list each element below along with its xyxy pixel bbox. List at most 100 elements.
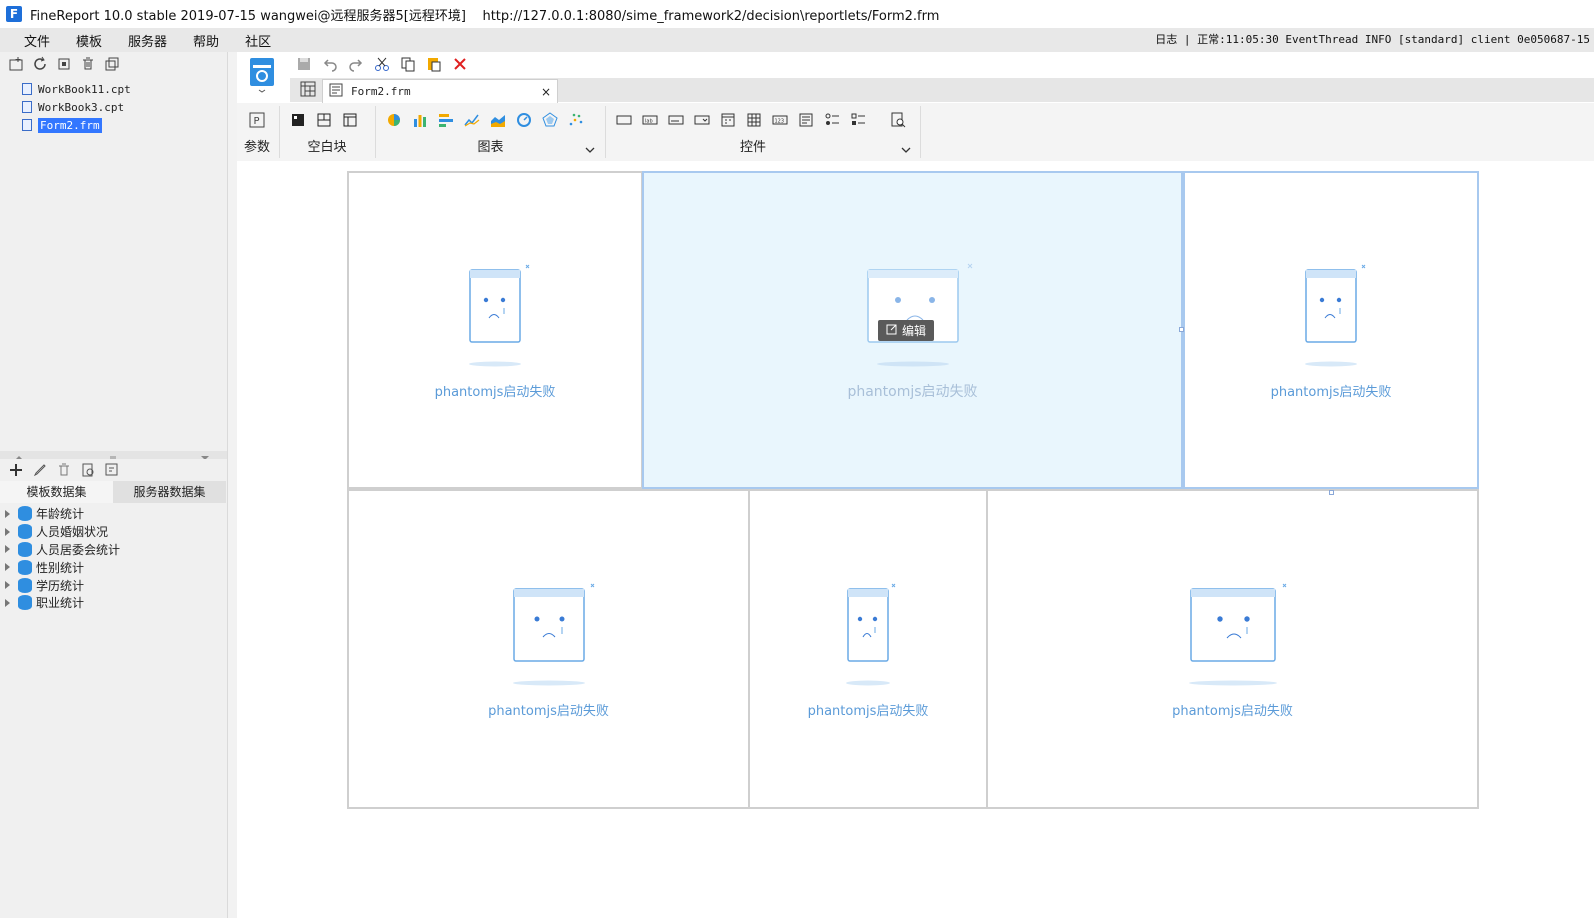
dataset-label: 性别统计 — [36, 560, 85, 575]
paste-icon[interactable] — [426, 56, 442, 72]
app-logo-icon: F — [6, 6, 22, 22]
chart-cell[interactable]: phantomjs启动失败 — [748, 489, 988, 809]
radar-chart-icon[interactable] — [542, 112, 558, 128]
param-icon[interactable]: P — [249, 112, 265, 128]
horizontal-bar-icon[interactable] — [438, 112, 454, 128]
sad-face-icon — [494, 579, 604, 692]
dataset-item[interactable]: 人员居委会统计 — [0, 541, 226, 559]
label-widget-icon[interactable]: lab — [642, 112, 658, 128]
add-dataset-icon[interactable] — [8, 462, 24, 478]
separator — [605, 106, 606, 158]
expand-arrow-icon[interactable] — [5, 581, 10, 590]
file-name: Form2.frm — [38, 117, 102, 133]
expand-arrow-icon[interactable] — [5, 527, 10, 536]
sad-face-icon — [1291, 260, 1371, 373]
dataset-item[interactable]: 性别统计 — [0, 558, 226, 576]
menu-template[interactable]: 模板 — [63, 31, 115, 50]
redo-icon[interactable] — [348, 56, 364, 72]
expand-arrow-icon[interactable] — [5, 598, 10, 607]
separator — [279, 106, 280, 158]
error-text: phantomjs启动失败 — [434, 385, 556, 400]
undo-icon[interactable] — [322, 56, 338, 72]
database-icon — [18, 524, 32, 540]
chart-cell[interactable]: phantomjs启动失败 — [347, 171, 643, 489]
menu-help[interactable]: 帮助 — [180, 31, 232, 50]
checkbox-group-icon[interactable] — [850, 112, 866, 128]
save-icon[interactable] — [296, 56, 312, 72]
number-widget-icon[interactable]: 123 — [772, 112, 788, 128]
chart-cell[interactable]: phantomjs启动失败 — [347, 489, 750, 809]
pie-chart-icon[interactable] — [386, 112, 402, 128]
edit-icon[interactable] — [32, 462, 48, 478]
menu-file[interactable]: 文件 — [11, 31, 63, 50]
delete-icon[interactable] — [56, 462, 72, 478]
svg-text:P: P — [254, 116, 260, 127]
expand-arrow-icon[interactable] — [5, 545, 10, 554]
dataset-item[interactable]: 学历统计 — [0, 576, 226, 594]
file-item[interactable]: WorkBook3.cpt — [0, 98, 230, 116]
tab-layout-icon[interactable] — [342, 112, 358, 128]
dataset-item[interactable]: 年龄统计 — [0, 505, 226, 523]
copy-icon[interactable] — [104, 56, 120, 72]
error-text: phantomjs启动失败 — [807, 704, 929, 719]
resize-handle[interactable] — [1179, 327, 1184, 332]
panel-divider[interactable] — [227, 52, 237, 918]
frm-file-icon — [22, 119, 32, 131]
template-switch-icon[interactable] — [249, 57, 275, 93]
radio-group-icon[interactable] — [824, 112, 840, 128]
file-item-selected[interactable]: Form2.frm — [0, 116, 230, 134]
chart-cell[interactable]: phantomjs启动失败 — [986, 489, 1479, 809]
chart-cell[interactable]: phantomjs启动失败 — [1183, 171, 1479, 489]
expand-arrow-icon[interactable] — [5, 563, 10, 572]
expand-arrow-icon[interactable] — [5, 509, 10, 518]
new-folder-icon[interactable] — [8, 56, 24, 72]
template-grid-icon[interactable] — [300, 81, 316, 100]
refresh-icon[interactable] — [32, 56, 48, 72]
separator — [920, 106, 921, 158]
error-text: phantomjs启动失败 — [1172, 704, 1293, 719]
menu-community[interactable]: 社区 — [232, 31, 284, 50]
tab-server-datasets[interactable]: 服务器数据集 — [113, 481, 226, 503]
separator — [375, 106, 376, 158]
button-widget-icon[interactable] — [616, 112, 632, 128]
delete-icon[interactable] — [80, 56, 96, 72]
dataset-item[interactable]: 职业统计 — [0, 594, 226, 612]
bar-chart-icon[interactable] — [412, 112, 428, 128]
edit-button[interactable]: 编辑 — [878, 320, 935, 341]
database-icon — [18, 506, 32, 522]
error-text: phantomjs启动失败 — [1270, 385, 1392, 400]
search-query-icon[interactable] — [890, 112, 906, 128]
preview-icon[interactable] — [80, 462, 96, 478]
split-layout-icon[interactable] — [316, 112, 332, 128]
textarea-widget-icon[interactable] — [798, 112, 814, 128]
scatter-chart-icon[interactable] — [568, 112, 584, 128]
gauge-chart-icon[interactable] — [516, 112, 532, 128]
lock-icon[interactable] — [56, 56, 72, 72]
database-icon — [18, 541, 32, 557]
area-chart-icon[interactable] — [490, 112, 506, 128]
copy-icon[interactable] — [400, 56, 416, 72]
file-toolbar — [0, 52, 230, 76]
absolute-layout-icon[interactable] — [290, 112, 306, 128]
resize-handle[interactable] — [1329, 490, 1334, 495]
dataset-item[interactable]: 人员婚姻状况 — [0, 523, 226, 541]
menu-server[interactable]: 服务器 — [115, 31, 180, 50]
line-chart-icon[interactable] — [464, 112, 480, 128]
controls-more-chevron-icon[interactable] — [901, 143, 911, 157]
combobox-widget-icon[interactable] — [694, 112, 710, 128]
chart-cell-selected[interactable]: phantomjs启动失败 编辑 — [642, 171, 1183, 489]
date-widget-icon[interactable] — [720, 112, 736, 128]
delete-x-icon[interactable] — [452, 56, 468, 72]
table-widget-icon[interactable] — [746, 112, 762, 128]
chart-more-chevron-icon[interactable] — [585, 143, 595, 157]
panel-splitter[interactable] — [0, 451, 230, 460]
close-tab-icon[interactable]: × — [541, 85, 551, 99]
dataset-edit-icon[interactable] — [104, 462, 120, 478]
document-tab[interactable]: Form2.frm × — [322, 79, 558, 103]
tab-template-datasets[interactable]: 模板数据集 — [0, 481, 113, 503]
cut-icon[interactable] — [374, 56, 390, 72]
file-item[interactable]: WorkBook11.cpt — [0, 80, 230, 98]
textbox-widget-icon[interactable] — [668, 112, 684, 128]
log-status[interactable]: 日志 | 正常:11:05:30 EventThread INFO [stand… — [1155, 28, 1590, 52]
sad-face-icon — [1168, 579, 1298, 692]
